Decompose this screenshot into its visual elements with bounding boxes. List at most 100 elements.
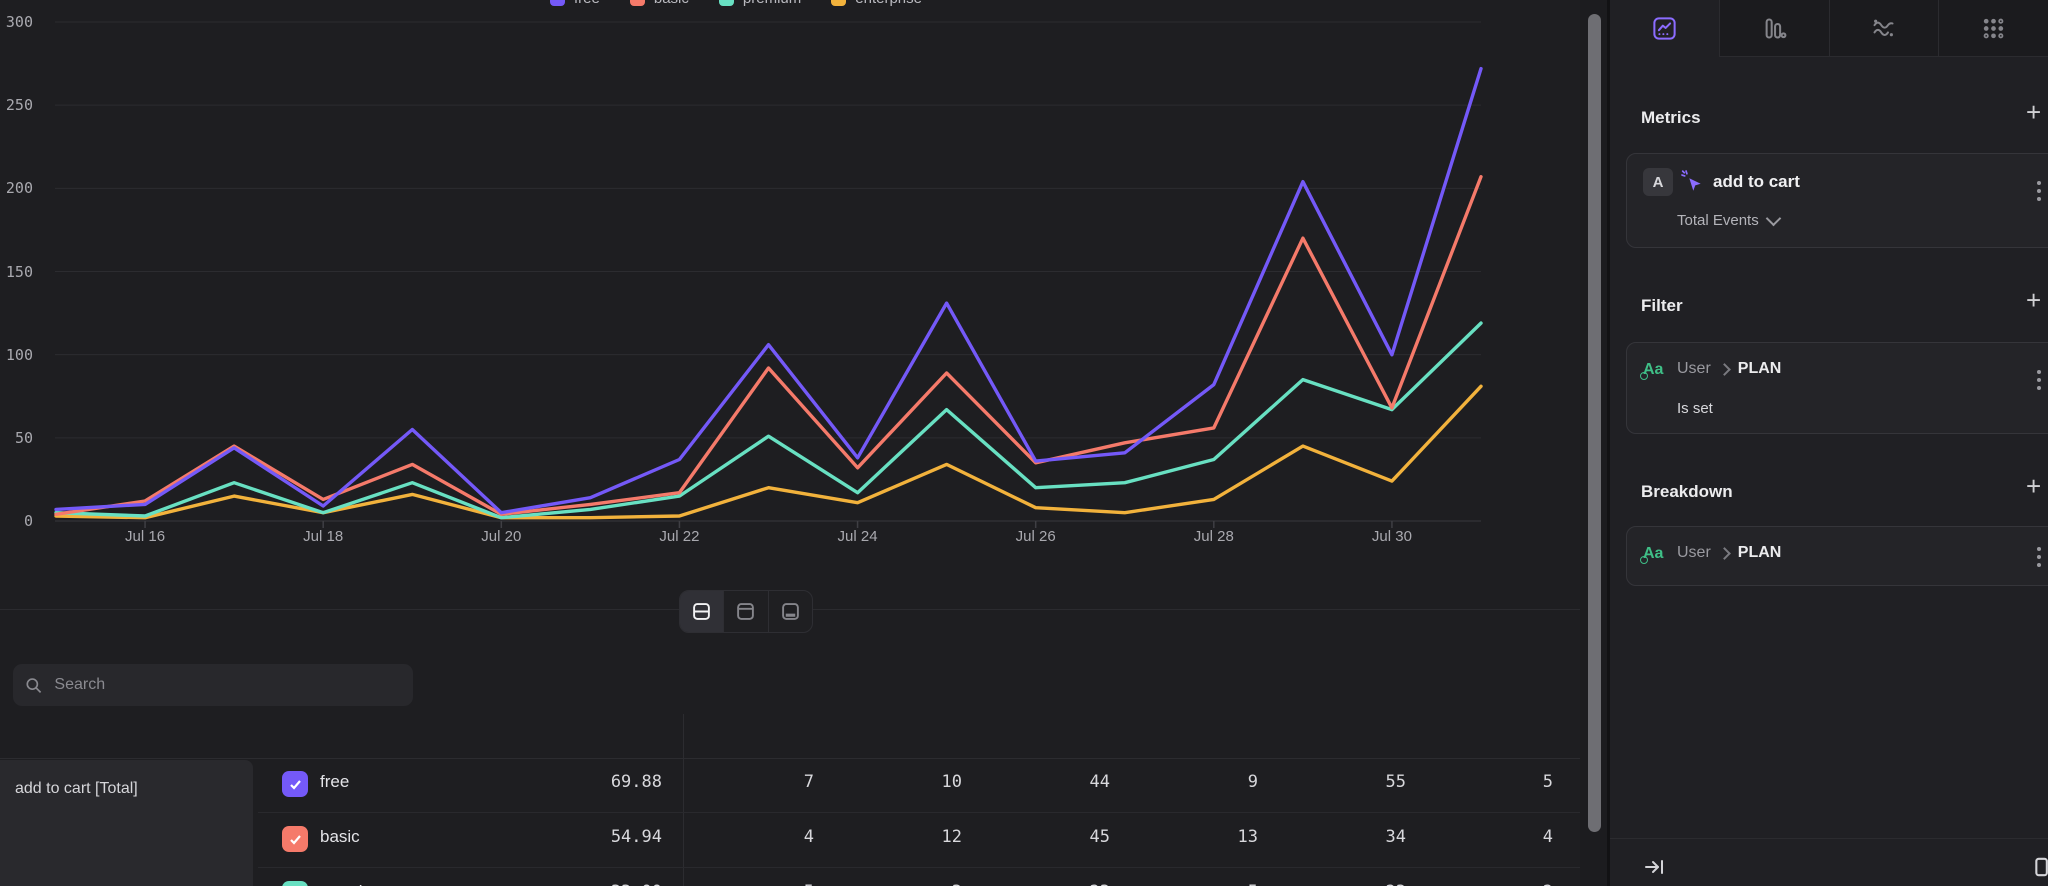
cell-average: 54.94 [611, 827, 662, 847]
filter-condition[interactable]: Is set [1677, 400, 1713, 417]
filter-section-title: Filter [1641, 296, 1683, 316]
text-property-icon: Aa [1643, 545, 1663, 563]
cell-value: 23 [1090, 882, 1110, 886]
split-rows-icon [692, 602, 711, 621]
x-axis-tick-label: Jul 26 [1016, 528, 1056, 545]
add-metric-button[interactable]: + [2026, 102, 2041, 122]
metric-badge: A [1643, 168, 1673, 196]
tab-dot-grid[interactable] [1939, 0, 2048, 57]
metric-measure-dropdown[interactable]: Total Events [1677, 212, 1779, 229]
property-name: PLAN [1738, 544, 1782, 562]
cell-value: 7 [804, 772, 814, 792]
y-axis-tick-label: 200 [0, 179, 33, 197]
breakdown-section-title: Breakdown [1641, 482, 1733, 502]
y-axis-tick-label: 250 [0, 96, 33, 114]
cell-value: 5 [1543, 772, 1553, 792]
cell-average: 69.88 [611, 772, 662, 792]
cell-value: 34 [1386, 827, 1406, 847]
cell-value: 5 [1248, 882, 1258, 886]
cell-value: 23 [1386, 882, 1406, 886]
add-filter-button[interactable]: + [2026, 290, 2041, 310]
y-axis-tick-label: 300 [0, 13, 33, 31]
row-label: premium [320, 882, 386, 886]
layout-top-bar-button[interactable] [724, 591, 768, 632]
cell-value: 45 [1090, 827, 1110, 847]
table-row-basic[interactable]: basic 54.94 4 12 45 13 34 4 [253, 813, 1580, 868]
tab-flow[interactable] [1830, 0, 1940, 57]
sidebar-bottom-divider [1610, 838, 2048, 839]
columns-layout-icon[interactable] [2034, 853, 2048, 881]
scrollbar-track [1580, 0, 1610, 886]
text-property-icon: Aa [1643, 361, 1663, 379]
row-label: basic [320, 827, 360, 847]
property-scope: User [1677, 360, 1711, 378]
chevron-right-icon [1718, 363, 1731, 376]
cell-value: 5 [804, 882, 814, 886]
cell-value: 55 [1386, 772, 1406, 792]
metric-card[interactable]: A add to cart Total Events [1626, 153, 2048, 248]
cell-value: 2 [1543, 882, 1553, 886]
check-icon [288, 832, 303, 847]
breakdown-property[interactable]: User PLAN [1677, 544, 1781, 562]
x-axis-tick-label: Jul 22 [659, 528, 699, 545]
x-axis-tick-label: Jul 18 [303, 528, 343, 545]
metric-measure-label: Total Events [1677, 212, 1759, 229]
bottom-bar-icon [781, 602, 800, 621]
event-cell[interactable]: add to cart [Total] [0, 760, 253, 886]
breakdown-kebab-menu[interactable] [2037, 547, 2041, 567]
line-chart-icon [1651, 15, 1678, 42]
table-row-free[interactable]: free 69.88 7 10 44 9 55 5 [253, 758, 1580, 813]
config-sidebar: Metrics + A add to cart Total Events Fil… [1610, 0, 2048, 886]
chevron-right-icon [1718, 547, 1731, 560]
tab-line-chart[interactable] [1610, 0, 1720, 57]
cell-value: 4 [804, 827, 814, 847]
x-axis-tick-label: Jul 28 [1194, 528, 1234, 545]
filter-kebab-menu[interactable] [2037, 370, 2041, 390]
line-chart[interactable] [0, 0, 1580, 560]
table-header: Event 1 PLAN 4 Average Jul 15 Jul 16 Jul… [0, 714, 1580, 758]
y-axis-tick-label: 50 [0, 429, 33, 447]
flow-icon [1870, 15, 1897, 42]
y-axis-tick-label: 0 [0, 512, 33, 530]
metric-kebab-menu[interactable] [2037, 181, 2041, 201]
table-row-premium[interactable]: premium 33.00 5 3 23 5 23 2 [253, 868, 1580, 886]
row-checkbox-basic[interactable] [282, 826, 308, 852]
visualization-tabbar [1610, 0, 2048, 57]
analytics-app: free basic premium enterprise 0501001502… [0, 0, 2048, 886]
row-checkbox-free[interactable] [282, 771, 308, 797]
row-checkbox-premium[interactable] [282, 881, 308, 886]
filter-property[interactable]: User PLAN [1677, 360, 1781, 378]
cell-value: 3 [952, 882, 962, 886]
x-axis-tick-label: Jul 16 [125, 528, 165, 545]
layout-toolbar [679, 590, 813, 633]
x-axis-tick-label: Jul 20 [481, 528, 521, 545]
search-input[interactable] [52, 675, 401, 695]
collapse-panel-icon[interactable] [1642, 855, 1666, 879]
cell-value: 12 [942, 827, 962, 847]
layout-bottom-bar-button[interactable] [769, 591, 812, 632]
property-scope: User [1677, 544, 1711, 562]
layout-split-rows-button[interactable] [680, 591, 724, 632]
chevron-down-icon [1765, 211, 1781, 227]
dot-grid-icon [1980, 15, 2007, 42]
add-breakdown-button[interactable]: + [2026, 476, 2041, 496]
metrics-section-title: Metrics [1641, 108, 1701, 128]
cell-value: 13 [1238, 827, 1258, 847]
cell-value: 44 [1090, 772, 1110, 792]
filter-card[interactable]: Aa User PLAN Is set [1626, 342, 2048, 434]
search-icon [25, 676, 42, 695]
search-box[interactable] [13, 664, 413, 706]
breakdown-card[interactable]: Aa User PLAN [1626, 526, 2048, 586]
y-axis-tick-label: 150 [0, 263, 33, 281]
chart-panel: free basic premium enterprise 0501001502… [0, 0, 1580, 886]
cell-average: 33.00 [611, 882, 662, 886]
cell-value: 9 [1248, 772, 1258, 792]
x-axis-tick-label: Jul 24 [838, 528, 878, 545]
y-axis-tick-label: 100 [0, 346, 33, 364]
tab-bar-chart[interactable] [1720, 0, 1830, 57]
cell-value: 4 [1543, 827, 1553, 847]
cell-value: 10 [942, 772, 962, 792]
metric-event-name: add to cart [1713, 172, 1800, 192]
scrollbar-thumb[interactable] [1588, 14, 1601, 832]
check-icon [288, 777, 303, 792]
